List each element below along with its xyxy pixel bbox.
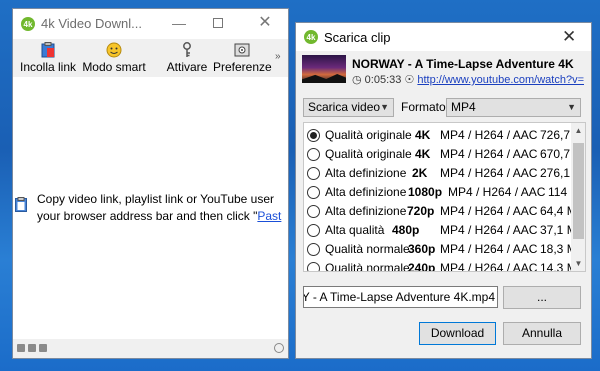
main-toolbar: Incolla link Modo smart Attivare Prefere… [13, 39, 288, 77]
smiley-icon [106, 42, 122, 58]
quality-option[interactable]: Alta definizione 1080p MP4 / H264 / AAC 114… [304, 183, 580, 202]
quality-radio[interactable] [307, 205, 320, 218]
facebook-icon[interactable] [17, 344, 25, 352]
empty-state-hint: Copy video link, playlist link or YouTub… [37, 192, 282, 223]
video-url-link[interactable]: http://www.youtube.com/watch?v= [417, 74, 584, 86]
quality-radio[interactable] [307, 148, 320, 161]
clock-icon: ◷ [352, 74, 362, 86]
quality-codec: MP4 / H264 / AAC [440, 261, 538, 272]
smart-mode-button[interactable]: Modo smart [81, 42, 147, 74]
quality-resolution: 480p [392, 223, 420, 237]
paste-link-button[interactable]: Incolla link [17, 42, 79, 74]
preferences-button[interactable]: Preferenze [213, 42, 272, 74]
quality-label: Alta qualità [325, 223, 385, 237]
activate-button[interactable]: Attivare [165, 42, 209, 74]
quality-resolution: 4K [415, 128, 431, 142]
video-thumbnail [302, 55, 346, 83]
status-bar [13, 339, 288, 358]
quality-resolution: 720p [407, 204, 435, 218]
download-list-area: Copy video link, playlist link or YouTub… [13, 77, 288, 339]
scroll-up-icon[interactable]: ▲ [571, 123, 585, 138]
quality-scrollbar[interactable]: ▲ ▼ [571, 123, 585, 271]
app-logo-icon: 4k [21, 17, 35, 31]
maximize-button[interactable] [211, 15, 227, 31]
twitter-icon[interactable] [28, 344, 36, 352]
status-indicator-icon[interactable] [274, 343, 284, 353]
format-label: Formato [401, 100, 446, 114]
quality-option[interactable]: Alta definizione 2K MP4 / H264 / AAC 276,1 … [304, 164, 583, 183]
main-window: 4k 4k Video Downl... — ✕ Incolla link Mo… [12, 8, 289, 359]
quality-label: Qualità originale [325, 147, 412, 161]
main-window-title: 4k Video Downl... [41, 16, 142, 31]
quality-option[interactable]: Qualità normale 240p MP4 / H264 / AAC 14,3 … [304, 259, 577, 272]
close-button[interactable]: ✕ [257, 15, 273, 31]
cancel-button[interactable]: Annulla [503, 322, 581, 345]
minimize-button[interactable]: — [171, 15, 187, 31]
quality-label: Qualità normale [325, 242, 410, 256]
dialog-title: Scarica clip [324, 30, 391, 45]
download-type-select[interactable]: Scarica video ▼ [303, 98, 394, 117]
quality-option[interactable]: Alta qualità 480p MP4 / H264 / AAC 37,1 M [304, 221, 577, 240]
quality-resolution: 360p [408, 242, 436, 256]
quality-option[interactable]: Alta definizione 720p MP4 / H264 / AAC 64,4… [304, 202, 577, 221]
toolbar-overflow-button[interactable]: » [275, 51, 281, 62]
quality-codec: MP4 / H264 / AAC [440, 166, 538, 180]
quality-radio[interactable] [307, 243, 320, 256]
key-icon [183, 42, 191, 57]
globe-icon: ☉ [404, 74, 415, 86]
quality-codec: MP4 / H264 / AAC [440, 242, 538, 256]
quality-label: Alta definizione [325, 204, 407, 218]
quality-resolution: 1080p [408, 185, 443, 199]
paste-link-inline[interactable]: Past [257, 209, 281, 223]
quality-radio[interactable] [307, 262, 320, 271]
quality-radio[interactable] [307, 224, 320, 237]
video-info: NORWAY - A Time-Lapse Adventure 4K ◷ 0:0… [296, 51, 591, 91]
clipboard-icon [15, 197, 27, 212]
preferences-icon [234, 43, 250, 57]
quality-resolution: 240p [408, 261, 436, 272]
quality-radio[interactable] [307, 129, 320, 142]
scroll-thumb[interactable] [573, 143, 584, 239]
quality-resolution: 2K [412, 166, 428, 180]
main-title-bar: 4k 4k Video Downl... — ✕ [13, 9, 288, 39]
quality-label: Qualità normale [325, 261, 410, 272]
quality-codec: MP4 / H264 / AAC [440, 128, 538, 142]
video-duration: 0:05:33 [364, 74, 402, 86]
quality-codec: MP4 / H264 / AAC [440, 223, 538, 237]
chevron-down-icon: ▼ [567, 102, 576, 112]
video-title: NORWAY - A Time-Lapse Adventure 4K [352, 57, 574, 71]
video-meta: ◷ 0:05:33 ☉ http://www.youtube.com/watch… [352, 73, 584, 86]
quality-resolution: 4K [415, 147, 431, 161]
download-button[interactable]: Download [419, 322, 496, 345]
quality-codec: MP4 / H264 / AAC [440, 204, 538, 218]
quality-codec: MP4 / H264 / AAC [440, 147, 538, 161]
vimeo-icon[interactable] [39, 344, 47, 352]
quality-option[interactable]: Qualità normale 360p MP4 / H264 / AAC 18,3 … [304, 240, 577, 259]
maximize-icon [213, 18, 223, 28]
chevron-down-icon: ▼ [380, 102, 389, 112]
browse-button[interactable]: ... [503, 286, 581, 309]
paste-icon [41, 42, 55, 58]
scroll-down-icon[interactable]: ▼ [571, 256, 585, 271]
quality-radio[interactable] [307, 167, 320, 180]
format-select[interactable]: MP4 ▼ [446, 98, 581, 117]
quality-list: Qualità originale 4K MP4 / H264 / AAC 726,7… [303, 122, 586, 272]
quality-option[interactable]: Qualità originale 4K MP4 / H264 / AAC 726,7… [304, 126, 583, 145]
download-clip-dialog: 4k Scarica clip ✕ NORWAY - A Time-Lapse … [295, 22, 592, 359]
quality-codec: MP4 / H264 / AAC [448, 185, 546, 199]
app-logo-icon: 4k [304, 30, 318, 44]
dialog-close-button[interactable]: ✕ [562, 27, 576, 47]
filename-input[interactable]: NORWAY - A Time-Lapse Adventure 4K.mp4 [303, 286, 498, 308]
quality-radio[interactable] [307, 186, 320, 199]
quality-option[interactable]: Qualità originale 4K MP4 / H264 / AAC 670,7… [304, 145, 583, 164]
quality-label: Qualità originale [325, 128, 412, 142]
quality-label: Alta definizione [325, 185, 407, 199]
dialog-title-bar: 4k Scarica clip ✕ [296, 23, 591, 51]
quality-label: Alta definizione [325, 166, 407, 180]
